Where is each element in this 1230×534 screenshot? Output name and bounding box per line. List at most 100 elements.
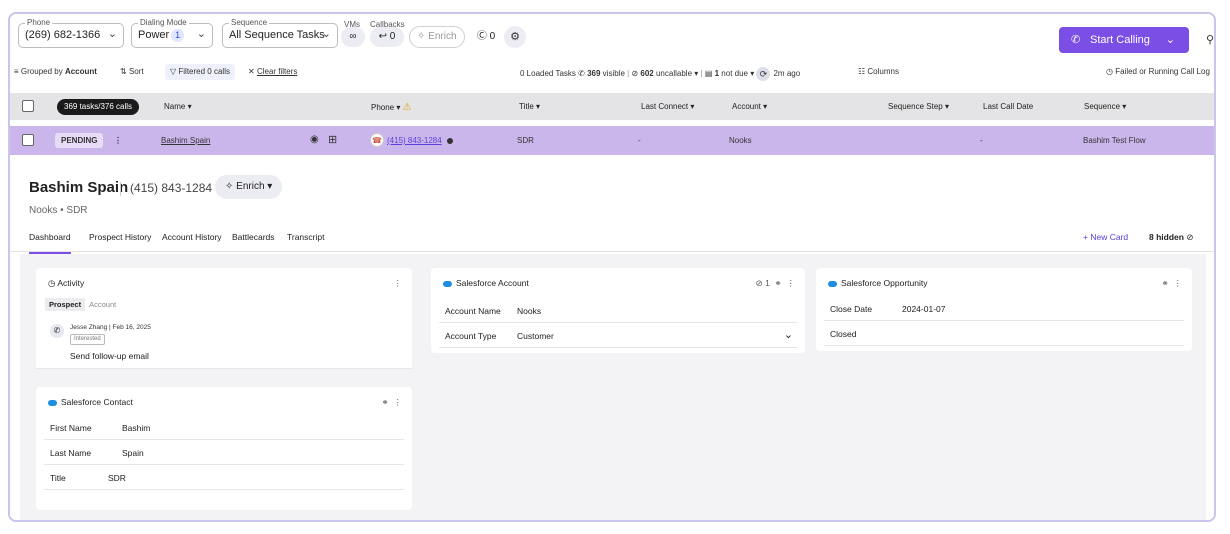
enrich-button[interactable]: ✧ Enrich: [409, 26, 465, 48]
settings-button[interactable]: ⚙: [504, 26, 526, 48]
visible-count: 369: [587, 69, 601, 79]
row-checkbox[interactable]: [22, 134, 34, 146]
linkedin-search-icon[interactable]: ⊞: [328, 133, 337, 146]
start-calling-button[interactable]: ✆ Start Calling ⌄: [1059, 27, 1189, 53]
callback-icon: ↩: [378, 31, 388, 42]
card-menu-icon[interactable]: ⋮: [394, 397, 403, 407]
column-header-sequence-step[interactable]: Sequence Step ▾: [888, 102, 949, 111]
list-icon: ≡: [14, 67, 19, 76]
sequence-select[interactable]: Sequence All Sequence Tasks ⌄: [222, 17, 338, 48]
card-menu-icon[interactable]: ⋮: [1174, 278, 1183, 288]
table-row[interactable]: PENDING ⋮ Bashim Spain ◉ ⊞ ☎ (415) 843-1…: [10, 126, 1214, 155]
failed-call-log-label: Failed or Running Call Log: [1115, 67, 1210, 76]
prospect-subline: Nooks • SDR: [29, 205, 88, 216]
link-icon[interactable]: ⚭: [1162, 278, 1169, 288]
phone-dot-icon: [446, 137, 453, 144]
refresh-icon[interactable]: ⟳: [756, 67, 771, 81]
uncallable-count: 602: [640, 69, 654, 79]
prospect-phone[interactable]: (415) 843-1284: [130, 181, 212, 195]
scope-prospect[interactable]: Prospect: [45, 298, 86, 311]
salesforce-contact-card: Salesforce Contact ⚭ ⋮ First Name Bashim…: [36, 387, 412, 510]
tab-account-history[interactable]: Account History: [162, 232, 222, 242]
field-label: Title: [50, 473, 66, 483]
activity-card: ◷ Activity ⋮ Prospect Account ✆ Jesse Zha…: [36, 268, 412, 369]
tab-battlecards[interactable]: Battlecards: [232, 232, 275, 242]
hidden-cards-toggle[interactable]: 8 hidden ⊘: [1149, 232, 1193, 243]
sort-label: Sort: [128, 67, 144, 76]
calendar-icon: ▤: [704, 69, 713, 79]
tab-prospect-history[interactable]: Prospect History: [89, 232, 151, 242]
failed-call-log-button[interactable]: ◷ Failed or Running Call Log: [1106, 67, 1210, 76]
tasks-count-pill: 369 tasks/376 calls: [57, 99, 140, 115]
new-card-button[interactable]: + New Card: [1083, 232, 1128, 242]
voicemail-button[interactable]: ∞: [341, 27, 365, 47]
column-header-last-connect[interactable]: Last Connect ▾: [641, 102, 694, 111]
chevron-down-icon[interactable]: ⌄: [784, 328, 793, 341]
column-header-title[interactable]: Title ▾: [519, 102, 540, 111]
field-row: Title SDR: [44, 465, 404, 490]
field-value: 2024-01-07: [902, 304, 946, 314]
card-actions: ⊘ 1 ⚭ ⋮: [756, 278, 795, 289]
salesforce-icon: [48, 399, 57, 406]
column-header-name[interactable]: Name ▾: [164, 102, 192, 111]
column-header-last-call-date[interactable]: Last Call Date: [983, 102, 1033, 111]
field-row: Last Name Spain: [44, 440, 404, 465]
credits-icon: Ⓒ: [476, 31, 487, 42]
salesforce-icon[interactable]: ◉: [310, 134, 319, 145]
column-header-phone[interactable]: Phone ▾ ⚠: [371, 102, 412, 113]
columns-label: Columns: [867, 67, 899, 76]
caret-down-icon[interactable]: ▾: [750, 69, 754, 78]
divider: [36, 368, 412, 369]
table-header: 369 tasks/376 calls Name ▾ Phone ▾ ⚠ Tit…: [10, 93, 1214, 120]
row-name-link[interactable]: Bashim Spain: [161, 136, 210, 145]
sparkle-icon: ✧: [417, 31, 426, 42]
sort-button[interactable]: ⇅ Sort: [120, 67, 144, 76]
dialing-mode-select[interactable]: Dialing Mode Power 1 ⌄: [131, 17, 213, 48]
phone-select[interactable]: Phone (269) 682-1366 ⌄: [18, 17, 124, 48]
filter-button[interactable]: ▽ Filtered 0 calls: [165, 64, 235, 80]
clear-filters-link[interactable]: ✕ Clear filters: [248, 67, 297, 76]
salesforce-contact-title-label: Salesforce Contact: [61, 397, 133, 407]
hidden-fields-icon[interactable]: ⊘: [756, 278, 763, 288]
caret-down-icon[interactable]: ▾: [694, 69, 698, 78]
row-phone[interactable]: (415) 843-1284: [387, 136, 453, 145]
row-phone-link[interactable]: (415) 843-1284: [387, 136, 442, 145]
chevron-down-icon: ⌄: [1165, 34, 1175, 46]
card-menu-icon[interactable]: ⋮: [394, 278, 403, 289]
enrich-label: Enrich: [428, 31, 457, 42]
columns-button[interactable]: ☷ Columns: [858, 67, 899, 76]
row-menu-icon[interactable]: ⋮: [114, 136, 122, 145]
row-account: Nooks: [729, 136, 752, 145]
column-header-sequence[interactable]: Sequence ▾: [1084, 102, 1126, 111]
row-last-call-date: -: [980, 136, 983, 145]
column-last-call-date-label: Last Call Date: [983, 102, 1034, 111]
link-icon[interactable]: ⚭: [382, 397, 389, 407]
field-value: Spain: [122, 448, 144, 458]
salesforce-opportunity-title: Salesforce Opportunity: [828, 278, 927, 288]
prospect-enrich-button[interactable]: ✧ Enrich ▾: [215, 175, 283, 199]
field-row: First Name Bashim: [44, 415, 404, 440]
enrich-credits: Ⓒ 0: [470, 27, 502, 47]
phone-icon: ✆: [578, 69, 585, 79]
search-icon[interactable]: ⚲: [1206, 33, 1214, 46]
dialer-toolbar: Phone (269) 682-1366 ⌄ Dialing Mode Powe…: [10, 14, 1214, 54]
tab-transcript[interactable]: Transcript: [287, 232, 324, 242]
group-by-button[interactable]: ≡ Grouped by Account: [14, 67, 97, 76]
column-header-account[interactable]: Account ▾: [732, 102, 767, 111]
start-calling-label: Start Calling: [1090, 34, 1150, 46]
chevron-down-icon: ⌄: [196, 28, 206, 40]
select-all-checkbox[interactable]: [22, 100, 34, 112]
hidden-cards-label: 8 hidden: [1149, 232, 1184, 242]
card-menu-icon[interactable]: ⋮: [787, 278, 796, 288]
scope-account[interactable]: Account: [85, 298, 120, 311]
activity-card-title: ◷ Activity: [48, 278, 84, 289]
prospect-name: Bashim Spain: [29, 179, 129, 196]
link-icon[interactable]: ⚭: [775, 278, 782, 288]
filter-label: Filtered 0 calls: [178, 67, 230, 76]
callbacks-button[interactable]: ↩ 0: [370, 27, 404, 47]
app-frame: Phone (269) 682-1366 ⌄ Dialing Mode Powe…: [8, 12, 1216, 522]
enrich-count: 0: [489, 31, 496, 42]
detail-tabs: Dashboard Prospect History Account Histo…: [10, 228, 1214, 254]
field-label: Last Name: [50, 448, 92, 458]
tab-dashboard[interactable]: Dashboard: [29, 232, 71, 254]
